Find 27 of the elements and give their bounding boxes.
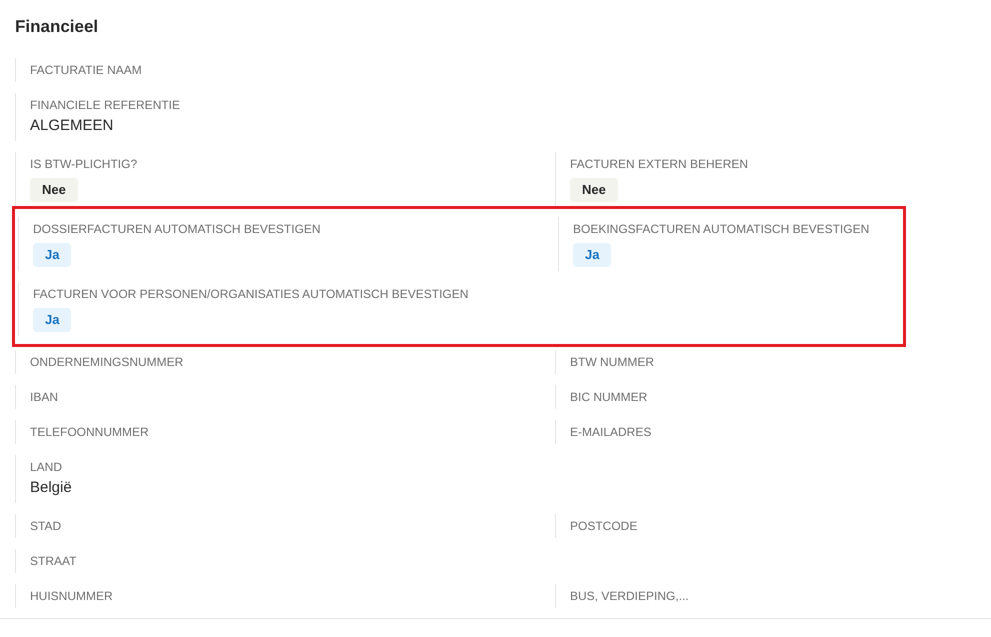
field-label: BOEKINGSFACTUREN AUTOMATISCH BEVESTIGEN (573, 221, 870, 237)
status-badge: Ja (33, 243, 72, 267)
field-label: BTW NUMMER (570, 354, 655, 370)
status-badge: Nee (570, 178, 618, 202)
field-label: ONDERNEMINGSNUMMER (30, 354, 184, 370)
field-label: E-MAILADRES (570, 424, 652, 440)
field-label: BUS, VERDIEPING,... (570, 588, 690, 604)
field-label: POSTCODE (570, 518, 638, 534)
field-label: HUISNUMMER (30, 588, 114, 604)
section-title: Financieel (15, 16, 100, 38)
field-label: STRAAT (30, 553, 78, 569)
status-badge: Ja (573, 243, 612, 267)
status-badge: Nee (30, 178, 78, 202)
field-value: België (30, 478, 73, 498)
field-label: STAD (30, 518, 62, 534)
field-label: IS BTW-PLICHTIG? (30, 156, 138, 172)
field-label: IBAN (30, 389, 60, 405)
field-label: TELEFOONNUMMER (30, 424, 150, 440)
field-label: FACTUREN VOOR PERSONEN/ORGANISATIES AUTOMATISCH BEVESTIGEN (33, 286, 470, 302)
field-value: ALGEMEEN (30, 116, 114, 136)
status-badge: Ja (33, 308, 72, 332)
field-label: FACTURATIE NAAM (30, 62, 143, 78)
field-label: BIC NUMMER (570, 389, 648, 405)
field-label: FACTUREN EXTERN BEHEREN (570, 156, 750, 172)
field-label: DOSSIERFACTUREN AUTOMATISCH BEVESTIGEN (33, 221, 322, 237)
field-label: FINANCIELE REFERENTIE (30, 97, 182, 113)
field-label: LAND (30, 459, 64, 475)
